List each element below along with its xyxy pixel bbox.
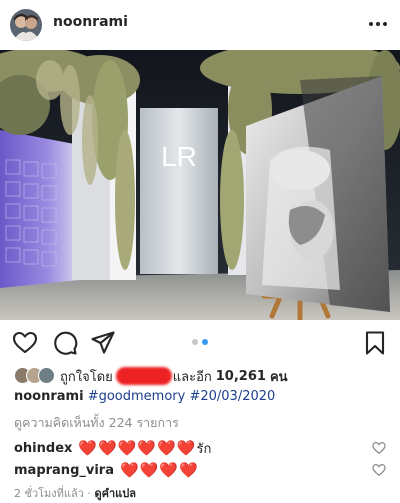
likes-prefix: ถูกใจโดย xyxy=(60,369,113,385)
likes-row[interactable]: ถูกใจโดย และอีก 10,261 คน xyxy=(14,365,386,387)
caption-username[interactable]: noonrami xyxy=(14,389,84,404)
post-header: noonrami xyxy=(0,0,400,48)
redacted-username xyxy=(115,367,172,385)
carousel-dot-1 xyxy=(192,339,198,345)
comment-hearts: ❤️❤️❤️❤️❤️❤️ xyxy=(78,439,197,457)
caption: noonrami #goodmemory #20/03/2020 xyxy=(14,389,275,404)
comment-icon[interactable] xyxy=(52,330,78,356)
lr-sign: LR xyxy=(161,141,197,172)
profile-avatar[interactable] xyxy=(10,9,42,41)
likes-suffix: และอีก xyxy=(172,369,212,385)
more-icon[interactable] xyxy=(368,16,388,32)
comment-hearts: ❤️❤️❤️❤️ xyxy=(119,461,199,479)
view-all-comments-link[interactable]: ดูความคิดเห็นทั้ง 224 รายการ xyxy=(14,413,179,433)
likes-count: 10,261 xyxy=(215,368,266,384)
heart-icon[interactable] xyxy=(12,330,38,356)
carousel-dot-2 xyxy=(202,339,208,345)
liker-avatars xyxy=(14,366,56,386)
likes-unit: คน xyxy=(269,369,288,385)
likes-text: ถูกใจโดย และอีก 10,261 คน xyxy=(60,366,288,387)
liker-avatar xyxy=(38,367,55,384)
post-footer: 2 ชั่วโมงที่แล้ว · ดูคำแปล xyxy=(14,484,136,502)
comment-row: ohindex ❤️❤️❤️❤️❤️❤️ รัก xyxy=(14,438,211,458)
timestamp: 2 ชั่วโมงที่แล้ว xyxy=(14,487,84,500)
post-username[interactable]: noonrami xyxy=(53,14,128,30)
comment-row: maprang_vira ❤️❤️❤️❤️ xyxy=(14,460,199,480)
comment-username[interactable]: maprang_vira xyxy=(14,463,114,478)
separator: · xyxy=(83,487,95,500)
comment-like-icon[interactable] xyxy=(372,463,386,477)
post-photo[interactable]: LR xyxy=(0,50,400,320)
translate-link[interactable]: ดูคำแปล xyxy=(94,487,136,500)
comment-like-icon[interactable] xyxy=(372,441,386,455)
comment-username[interactable]: ohindex xyxy=(14,441,72,456)
share-icon[interactable] xyxy=(90,330,116,356)
bookmark-icon[interactable] xyxy=(362,330,388,356)
caption-hashtags[interactable]: #goodmemory #20/03/2020 xyxy=(88,389,276,404)
comment-text: รัก xyxy=(196,441,212,457)
action-bar xyxy=(0,324,400,360)
